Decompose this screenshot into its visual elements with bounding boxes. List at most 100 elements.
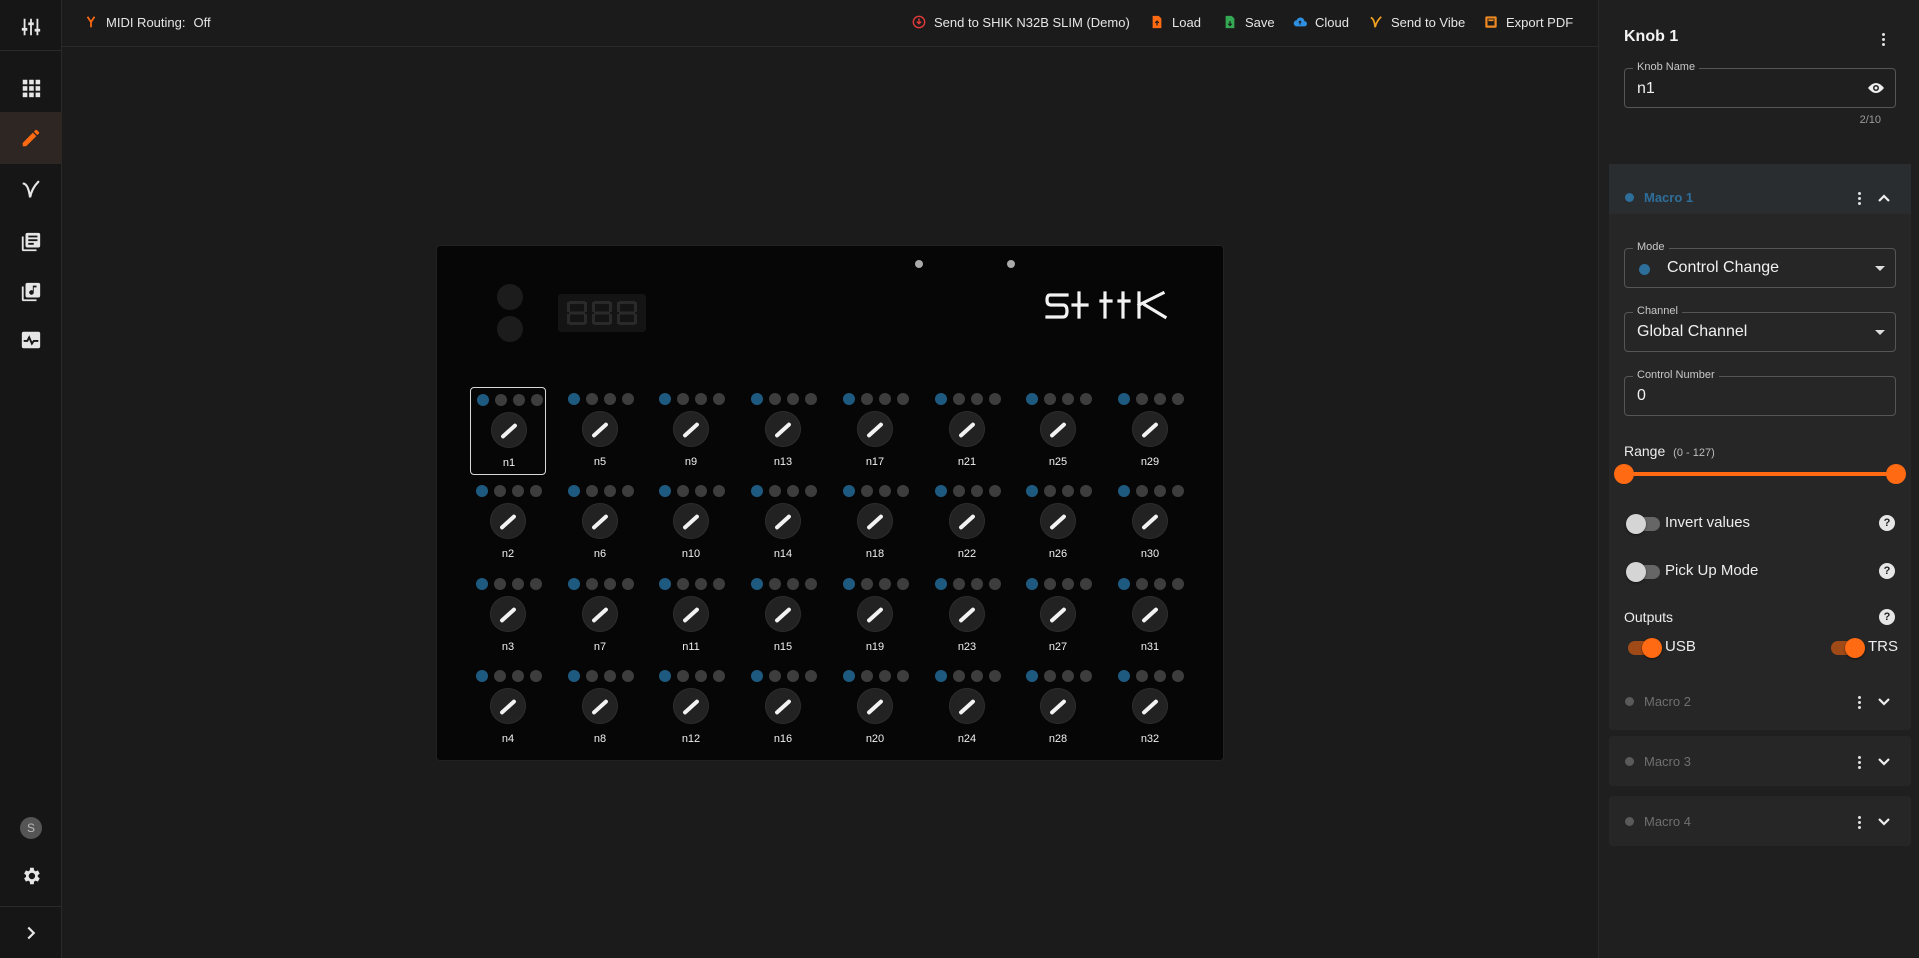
send-to-device-button[interactable]: Send to SHIK N32B SLIM (Demo) — [912, 0, 1130, 44]
editor-button[interactable] — [0, 112, 62, 164]
help-icon[interactable]: ? — [1879, 515, 1895, 531]
macro-led — [494, 578, 506, 590]
macro-led — [713, 670, 725, 682]
knob-n17[interactable]: n17 — [837, 387, 913, 475]
knob-n12[interactable]: n12 — [653, 664, 729, 752]
channel-select[interactable]: Channel Global Channel — [1624, 305, 1896, 352]
cloud-button[interactable]: Cloud — [1293, 0, 1349, 44]
knob-n19[interactable]: n19 — [837, 572, 913, 660]
macro-1-header[interactable]: Macro 1 — [1609, 164, 1911, 214]
macro-led — [843, 485, 855, 497]
dropdown-arrow-icon — [1875, 266, 1885, 271]
knob-n31[interactable]: n31 — [1112, 572, 1188, 660]
macro-led — [1118, 393, 1130, 405]
macro-led — [989, 485, 1001, 497]
pick-up-mode-toggle[interactable] — [1626, 562, 1660, 582]
knob-n24[interactable]: n24 — [929, 664, 1005, 752]
mixer-button[interactable] — [0, 1, 62, 53]
macro-led — [1026, 393, 1038, 405]
account-button[interactable]: S — [0, 802, 62, 854]
panel-menu-button[interactable] — [1873, 29, 1893, 49]
monitor-button[interactable] — [0, 314, 62, 366]
settings-button[interactable] — [0, 850, 62, 902]
control-number-field[interactable]: Control Number 0 — [1624, 369, 1896, 416]
grid-button[interactable] — [0, 62, 62, 114]
range-slider-max-thumb[interactable] — [1886, 464, 1906, 484]
help-icon[interactable]: ? — [1879, 609, 1895, 625]
usb-output-toggle[interactable] — [1628, 638, 1662, 658]
knob-n2[interactable]: n2 — [470, 479, 546, 567]
device-button-bottom[interactable] — [497, 316, 523, 342]
range-slider-track[interactable] — [1624, 472, 1896, 476]
help-icon[interactable]: ? — [1879, 563, 1895, 579]
knob-n25[interactable]: n25 — [1020, 387, 1096, 475]
macro-3-menu-button[interactable] — [1849, 752, 1869, 772]
range-slider-min-thumb[interactable] — [1614, 464, 1634, 484]
knob-label: n5 — [593, 456, 607, 468]
export-pdf-button[interactable]: Export PDF — [1484, 0, 1573, 44]
knob-n1[interactable]: n1 — [470, 387, 546, 475]
knob-label: n8 — [593, 733, 607, 745]
macro-2-menu-button[interactable] — [1849, 692, 1869, 712]
knob-n15[interactable]: n15 — [745, 572, 821, 660]
knob-indicator — [1049, 513, 1067, 531]
knob-n14[interactable]: n14 — [745, 479, 821, 567]
knob-icon — [673, 503, 709, 539]
knob-n20[interactable]: n20 — [837, 664, 913, 752]
macro-led — [787, 485, 799, 497]
knob-n3[interactable]: n3 — [470, 572, 546, 660]
music-library-button[interactable] — [0, 266, 62, 318]
knob-n10[interactable]: n10 — [653, 479, 729, 567]
device-status-led — [1007, 260, 1015, 268]
chevron-down-icon[interactable] — [1877, 695, 1891, 709]
knob-n5[interactable]: n5 — [562, 387, 638, 475]
macro-2-header[interactable]: Macro 2 — [1609, 676, 1911, 726]
load-button[interactable]: Load — [1150, 0, 1201, 44]
knob-n28[interactable]: n28 — [1020, 664, 1096, 752]
knob-n6[interactable]: n6 — [562, 479, 638, 567]
save-button[interactable]: Save — [1223, 0, 1275, 44]
knob-n11[interactable]: n11 — [653, 572, 729, 660]
chevron-up-icon[interactable] — [1877, 191, 1891, 205]
knob-icon — [857, 688, 893, 724]
knob-name-field[interactable]: Knob Name n1 — [1624, 61, 1896, 108]
library-button[interactable] — [0, 216, 62, 268]
chevron-down-icon[interactable] — [1877, 755, 1891, 769]
knob-n29[interactable]: n29 — [1112, 387, 1188, 475]
knob-n18[interactable]: n18 — [837, 479, 913, 567]
knob-n9[interactable]: n9 — [653, 387, 729, 475]
macro-led — [622, 670, 634, 682]
knob-n21[interactable]: n21 — [929, 387, 1005, 475]
knob-n27[interactable]: n27 — [1020, 572, 1096, 660]
knob-icon — [582, 688, 618, 724]
trs-output-toggle[interactable] — [1831, 638, 1865, 658]
knob-n23[interactable]: n23 — [929, 572, 1005, 660]
knob-n22[interactable]: n22 — [929, 479, 1005, 567]
vibe-button[interactable] — [0, 164, 62, 216]
expand-rail-button[interactable] — [0, 907, 62, 958]
knob-n32[interactable]: n32 — [1112, 664, 1188, 752]
chevron-down-icon[interactable] — [1877, 815, 1891, 829]
knob-label: n10 — [681, 548, 701, 560]
knob-n26[interactable]: n26 — [1020, 479, 1096, 567]
knob-n4[interactable]: n4 — [470, 664, 546, 752]
invert-values-toggle[interactable] — [1626, 514, 1660, 534]
knob-n30[interactable]: n30 — [1112, 479, 1188, 567]
macro-3-header[interactable]: Macro 3 — [1609, 736, 1911, 786]
knob-n16[interactable]: n16 — [745, 664, 821, 752]
midi-routing-toggle[interactable]: MIDI Routing: Off — [84, 0, 211, 44]
macro-4-menu-button[interactable] — [1849, 812, 1869, 832]
knob-n13[interactable]: n13 — [745, 387, 821, 475]
macro-led — [586, 670, 598, 682]
send-to-vibe-button[interactable]: Send to Vibe — [1369, 0, 1465, 44]
eye-icon[interactable] — [1867, 81, 1885, 95]
knob-n8[interactable]: n8 — [562, 664, 638, 752]
macro-1-menu-button[interactable] — [1849, 188, 1869, 208]
device-button-top[interactable] — [497, 284, 523, 310]
knob-indicator — [866, 421, 884, 439]
macro-4-header[interactable]: Macro 4 — [1609, 796, 1911, 846]
macro-led — [530, 670, 542, 682]
knob-icon — [765, 411, 801, 447]
mode-select[interactable]: Mode Control Change — [1624, 241, 1896, 288]
knob-n7[interactable]: n7 — [562, 572, 638, 660]
